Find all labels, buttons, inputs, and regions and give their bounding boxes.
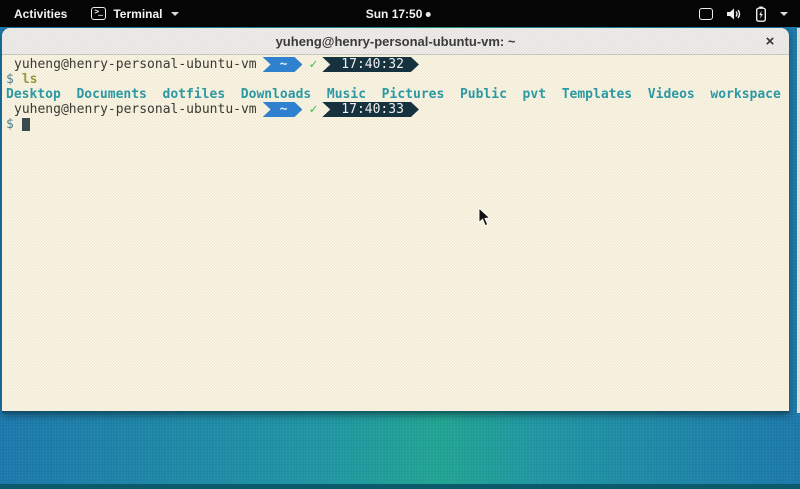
prompt-time-badge: 17:40:32: [322, 57, 419, 72]
directory-listing: Desktop Documents dotfiles Downloads Mus…: [6, 87, 781, 102]
activities-button[interactable]: Activities: [0, 0, 81, 27]
prompt-line-1: yuheng@henry-personal-ubuntu-vm ~ ✓ 17:4…: [6, 57, 789, 72]
terminal-cursor: [22, 118, 30, 131]
clock-label: Sun 17:50: [366, 7, 423, 21]
prompt-symbol: $: [6, 117, 14, 132]
prompt-user-host: yuheng@henry-personal-ubuntu-vm: [14, 102, 257, 117]
battery-charging-icon: [755, 6, 767, 22]
prompt-user-host: yuheng@henry-personal-ubuntu-vm: [14, 57, 257, 72]
input-line: $: [6, 117, 789, 132]
chevron-down-icon: [780, 12, 788, 16]
prompt-symbol: $: [6, 72, 14, 87]
volume-icon: [726, 7, 742, 21]
command-text: ls: [22, 72, 38, 87]
terminal-icon: >_: [91, 7, 106, 20]
app-menu-terminal[interactable]: >_ Terminal: [81, 0, 189, 27]
system-status-menu[interactable]: [687, 0, 800, 27]
prompt-cwd-segment: ~: [263, 102, 303, 117]
mouse-pointer: [478, 207, 491, 227]
screen-icon: [699, 8, 713, 20]
window-titlebar[interactable]: yuheng@henry-personal-ubuntu-vm: ~ ×: [2, 28, 789, 55]
desktop-bottom-strip: [0, 484, 800, 489]
prompt-cwd-segment: ~: [263, 57, 303, 72]
check-icon: ✓: [309, 102, 317, 117]
ls-output-line: Desktop Documents dotfiles Downloads Mus…: [6, 87, 789, 102]
prompt-line-2: yuheng@henry-personal-ubuntu-vm ~ ✓ 17:4…: [6, 102, 789, 117]
terminal-icon-glyph: >_: [94, 7, 102, 16]
terminal-window: yuheng@henry-personal-ubuntu-vm: ~ × yuh…: [2, 28, 789, 413]
prompt-time-badge: 17:40:33: [322, 102, 419, 117]
clock-button[interactable]: Sun 17:50: [366, 0, 431, 27]
window-title: yuheng@henry-personal-ubuntu-vm: ~: [276, 34, 516, 49]
command-line: $ ls: [6, 72, 789, 87]
close-button[interactable]: ×: [761, 32, 779, 50]
chevron-down-icon: [171, 12, 179, 16]
app-menu-label: Terminal: [113, 7, 162, 21]
notification-dot-icon: [425, 12, 430, 17]
gnome-top-bar: Activities >_ Terminal Sun 17:50: [0, 0, 800, 27]
check-icon: ✓: [309, 57, 317, 72]
terminal-screen[interactable]: yuheng@henry-personal-ubuntu-vm ~ ✓ 17:4…: [2, 55, 789, 411]
